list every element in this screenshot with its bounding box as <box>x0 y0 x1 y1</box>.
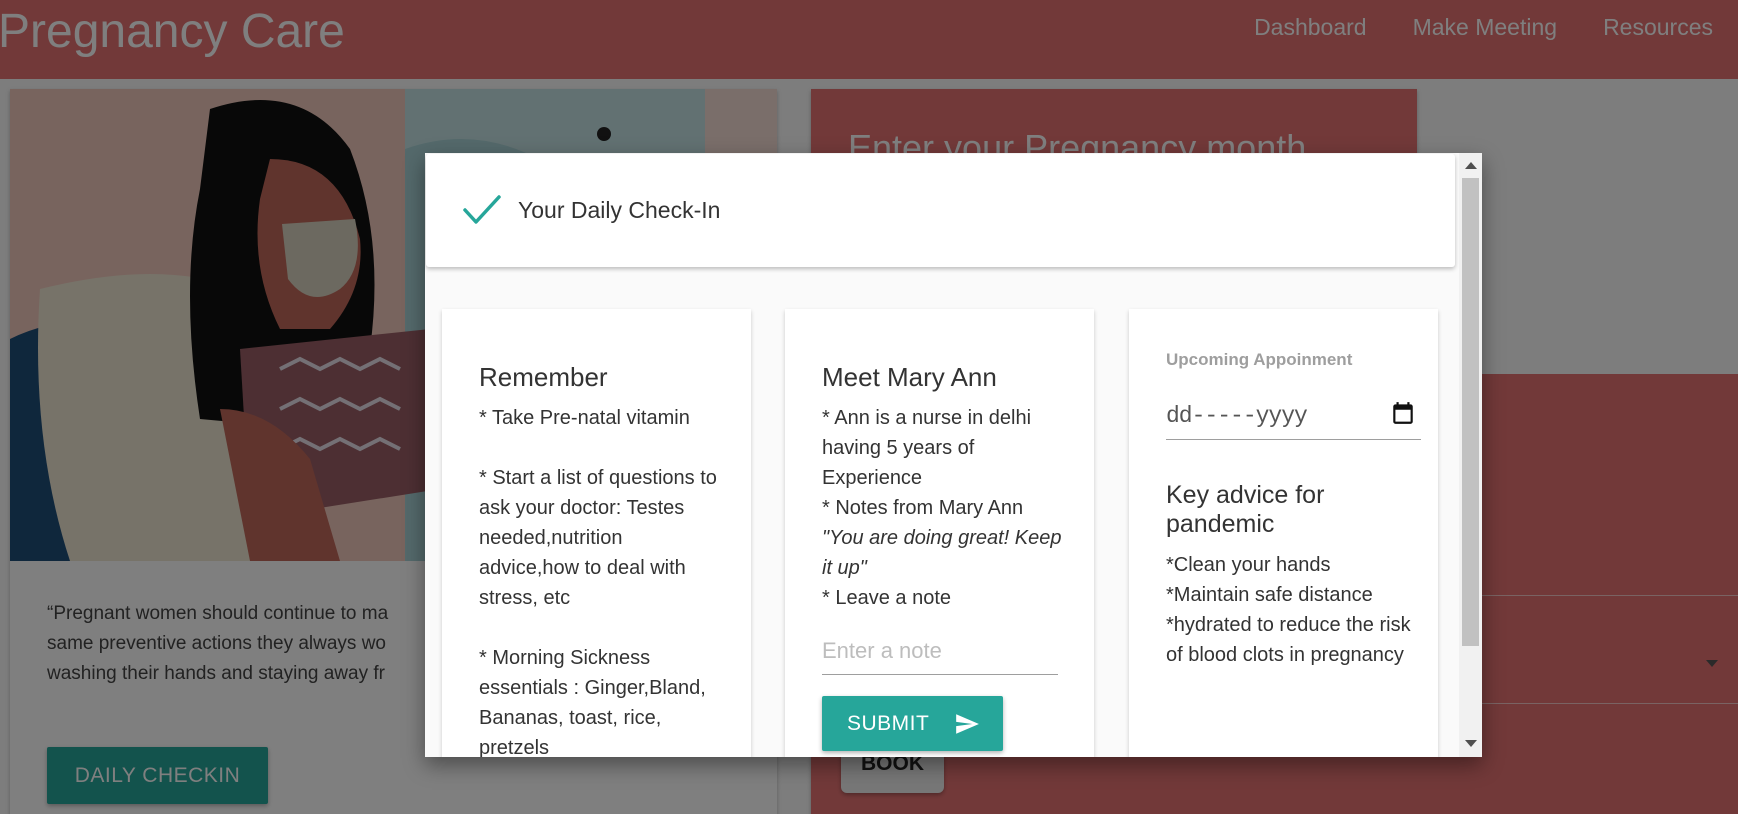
date-placeholder: dd-----yyyy <box>1166 403 1308 429</box>
leave-note-label: * Leave a note <box>822 587 951 609</box>
appointment-card: Upcoming Appoinment dd-----yyyy Key advi… <box>1129 309 1438 757</box>
check-icon <box>463 195 501 224</box>
modal-header: Your Daily Check-In <box>426 154 1455 267</box>
advice-body: *Clean your hands *Maintain safe distanc… <box>1166 550 1411 670</box>
modal-title: Your Daily Check-In <box>518 197 721 223</box>
remember-item: * Take Pre-natal vitamin <box>479 407 690 429</box>
remember-spacer <box>479 433 724 463</box>
submit-label: SUBMIT <box>847 711 930 735</box>
modal-scrollbar[interactable] <box>1459 153 1482 757</box>
mary-ann-title: Meet Mary Ann <box>822 362 997 392</box>
daily-checkin-modal: Your Daily Check-In Remember * Take Pre-… <box>425 153 1482 757</box>
remember-item: * Start a list of questions to ask your … <box>479 467 717 609</box>
send-icon <box>956 714 979 734</box>
advice-item: *Clean your hands <box>1166 554 1331 576</box>
mary-ann-notes-label: * Notes from Mary Ann <box>822 497 1024 519</box>
advice-item: *hydrated to reduce the risk of blood cl… <box>1166 614 1411 666</box>
scroll-down-arrow-icon[interactable] <box>1465 740 1477 747</box>
upcoming-appointment-label: Upcoming Appoinment <box>1166 350 1353 369</box>
scroll-up-arrow-icon[interactable] <box>1465 162 1477 169</box>
calendar-icon[interactable] <box>1390 400 1416 426</box>
remember-item: * Morning Sickness essentials : Ginger,B… <box>479 647 706 757</box>
mary-ann-body: * Ann is a nurse in delhi having 5 years… <box>822 403 1067 613</box>
remember-title: Remember <box>479 362 608 392</box>
appointment-date-input[interactable]: dd-----yyyy <box>1166 392 1421 440</box>
advice-title: Key advice for pandemic <box>1166 481 1325 538</box>
advice-item: *Maintain safe distance <box>1166 584 1373 606</box>
scrollbar-thumb[interactable] <box>1462 178 1479 646</box>
mary-ann-card: Meet Mary Ann * Ann is a nurse in delhi … <box>785 309 1094 757</box>
mary-ann-bio: * Ann is a nurse in delhi having 5 years… <box>822 407 1032 489</box>
submit-button[interactable]: SUBMIT <box>822 696 1003 751</box>
remember-spacer <box>479 613 724 643</box>
remember-card: Remember * Take Pre-natal vitamin * Star… <box>442 309 751 757</box>
remember-body: * Take Pre-natal vitamin * Start a list … <box>479 403 724 757</box>
note-input[interactable] <box>822 627 1058 675</box>
mary-ann-quote: "You are doing great! Keep it up" <box>822 527 1062 579</box>
